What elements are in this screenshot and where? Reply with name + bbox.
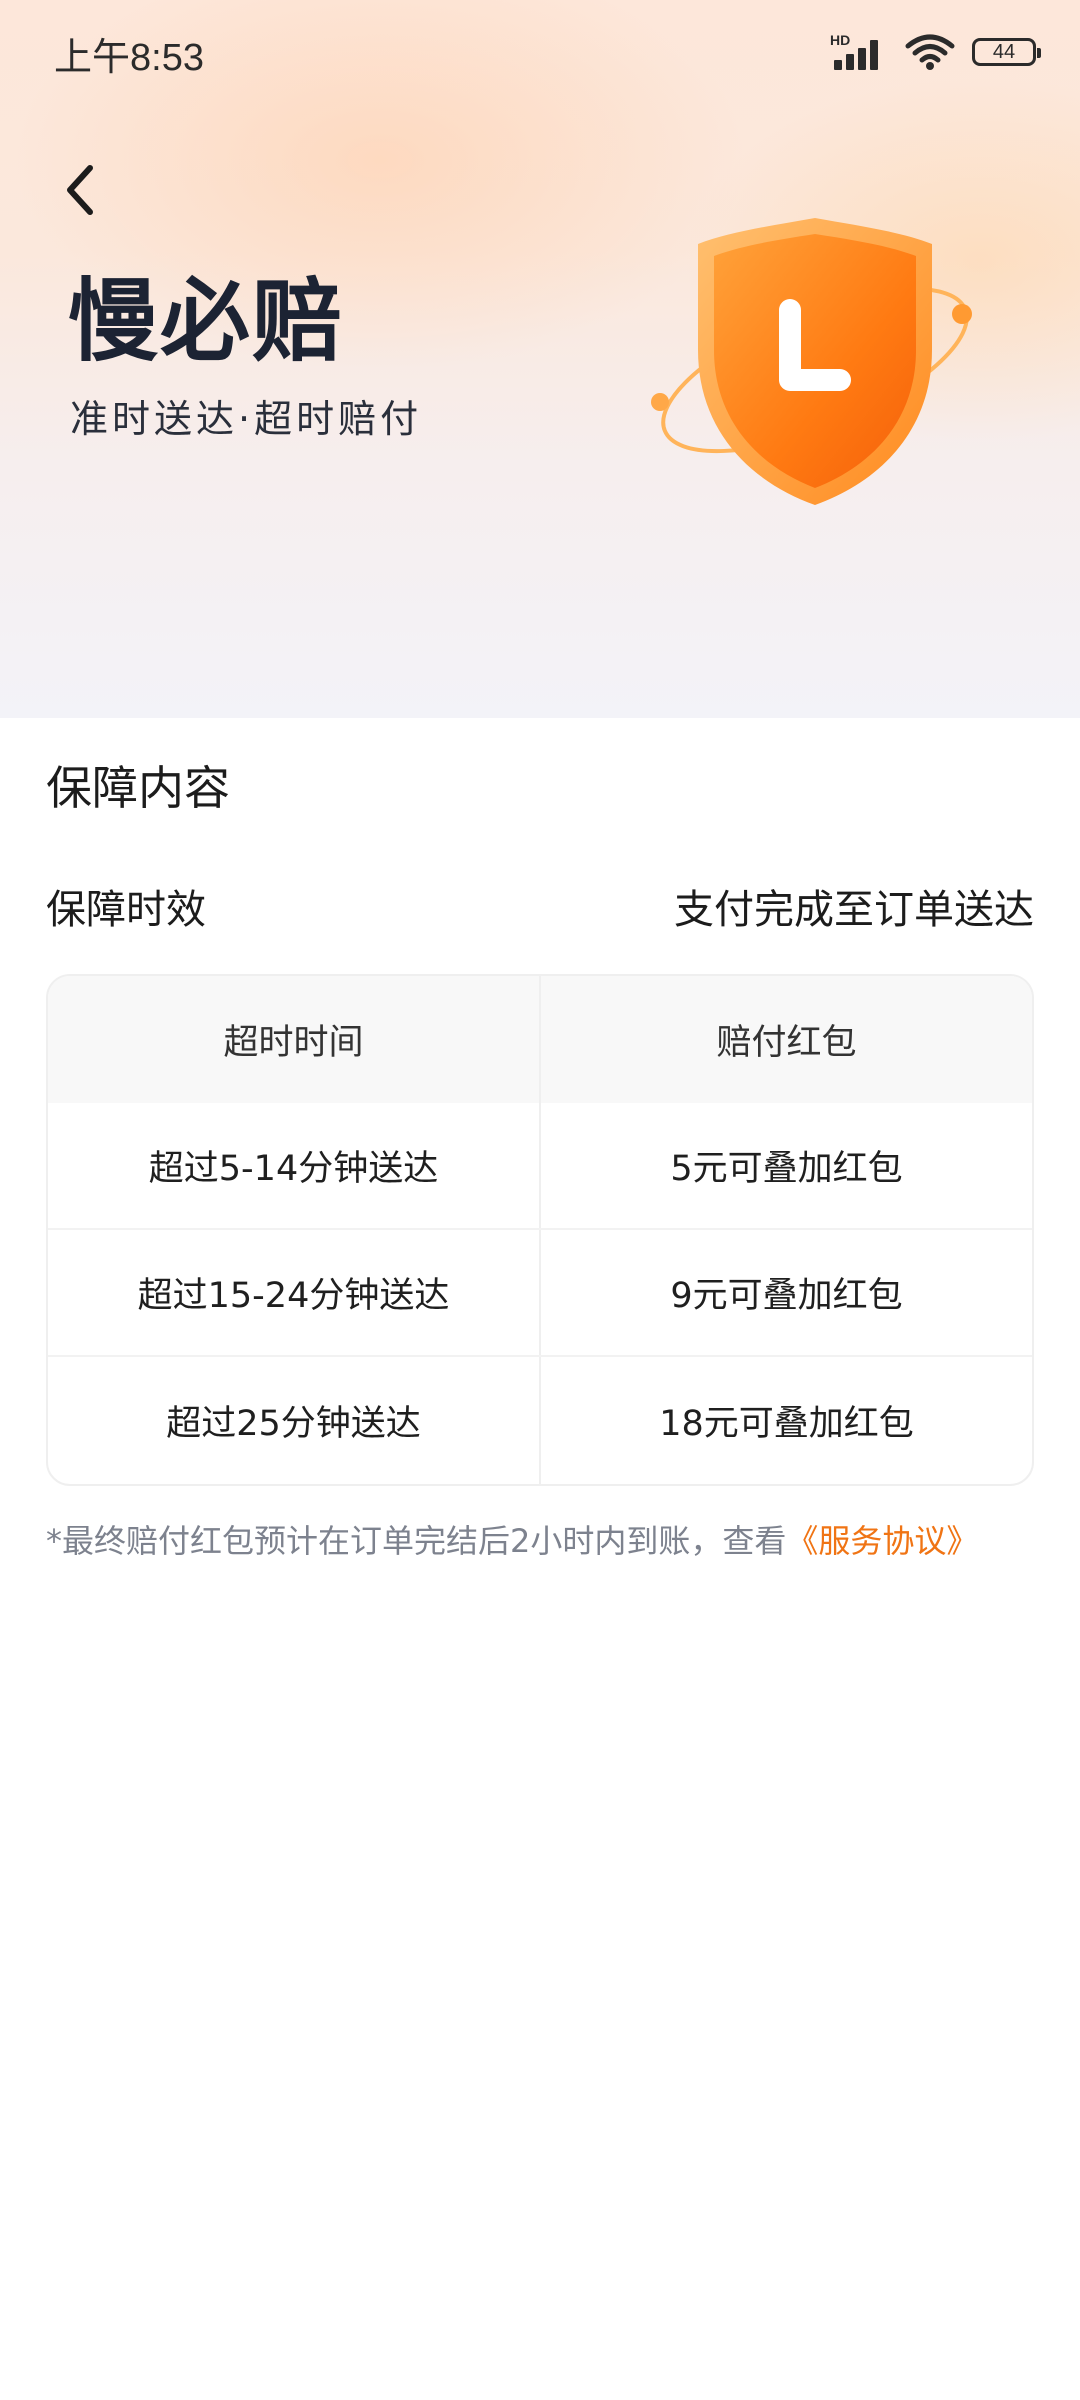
table-row: 超过15-24分钟送达 9元可叠加红包 bbox=[48, 1230, 1032, 1357]
compensation-table: 超时时间 赔付红包 超过5-14分钟送达 5元可叠加红包 超过15-24分钟送达… bbox=[46, 974, 1034, 1486]
footnote-text: *最终赔付红包预计在订单完结后2小时内到账，查看 bbox=[46, 1522, 787, 1560]
cellular-signal-icon: HD bbox=[830, 32, 888, 72]
table-cell-compensation: 18元可叠加红包 bbox=[659, 1404, 914, 1444]
coverage-period-value: 支付完成至订单送达 bbox=[674, 887, 1034, 933]
table-header-cell: 超时时间 bbox=[48, 976, 541, 1103]
status-icons: HD 44 bbox=[830, 30, 1041, 74]
table-row: 超过5-14分钟送达 5元可叠加红包 bbox=[48, 1103, 1032, 1230]
section-title: 保障内容 bbox=[46, 761, 230, 815]
footnote: *最终赔付红包预计在订单完结后2小时内到账，查看《服务协议》 bbox=[46, 1516, 978, 1562]
shield-icon bbox=[651, 218, 972, 505]
coverage-period-row: 保障时效 支付完成至订单送达 bbox=[46, 876, 1034, 936]
table-cell-timeout: 超过25分钟送达 bbox=[48, 1357, 541, 1484]
wifi-icon bbox=[904, 32, 956, 72]
table-header-cell: 赔付红包 bbox=[716, 1023, 857, 1063]
battery-icon: 44 bbox=[972, 38, 1041, 66]
network-type-label: HD bbox=[830, 32, 851, 48]
service-agreement-link[interactable]: 《服务协议》 bbox=[786, 1522, 978, 1560]
page-subtitle: 准时送达·超时赔付 bbox=[70, 397, 423, 441]
table-cell-timeout: 超过5-14分钟送达 bbox=[48, 1103, 541, 1228]
table-cell-timeout: 超过15-24分钟送达 bbox=[48, 1230, 541, 1355]
status-bar: 上午8:53 HD 44 bbox=[0, 0, 1080, 104]
table-row: 超过25分钟送达 18元可叠加红包 bbox=[48, 1357, 1032, 1484]
coverage-period-label: 保障时效 bbox=[46, 887, 206, 933]
table-cell-compensation: 9元可叠加红包 bbox=[670, 1276, 903, 1316]
page-title: 慢必赔 bbox=[68, 269, 344, 374]
table-header-row: 超时时间 赔付红包 bbox=[48, 976, 1032, 1103]
chevron-left-icon bbox=[67, 165, 93, 215]
table-cell-compensation: 5元可叠加红包 bbox=[670, 1149, 903, 1189]
battery-level: 44 bbox=[992, 40, 1016, 63]
status-time: 上午8:53 bbox=[54, 37, 204, 79]
back-button[interactable] bbox=[56, 160, 104, 220]
